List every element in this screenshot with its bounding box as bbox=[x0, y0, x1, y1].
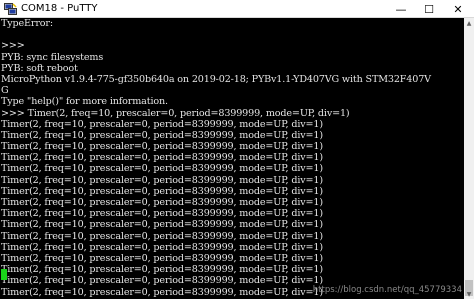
terminal-cursor bbox=[1, 269, 7, 280]
terminal-lines: TypeError: >>> PYB: sync filesystems PYB: s… bbox=[0, 18, 464, 299]
minimize-icon: — bbox=[395, 2, 407, 16]
watermark-text: https://blog.csdn.net/qq_45779334 bbox=[312, 285, 462, 295]
maximize-button[interactable]: ☐ bbox=[415, 0, 443, 18]
window-title: COM18 - PuTTY bbox=[21, 3, 98, 14]
terminal-line: PYB: sync filesystems bbox=[1, 51, 104, 63]
scroll-up-icon[interactable]: ▲ bbox=[464, 18, 474, 28]
terminal-line: Timer(2, freq=10, prescaler=0, period=83… bbox=[1, 129, 323, 141]
terminal-line: Timer(2, freq=10, prescaler=0, period=83… bbox=[1, 185, 323, 197]
terminal-line: Timer(2, freq=10, prescaler=0, period=83… bbox=[1, 219, 323, 231]
vertical-scrollbar[interactable]: ▲ ▼ bbox=[464, 18, 474, 299]
terminal-line: Type "help()" for more information. bbox=[1, 96, 168, 108]
close-button[interactable]: ✕ bbox=[444, 0, 472, 18]
terminal-line: Timer(2, freq=10, prescaler=0, period=83… bbox=[1, 174, 323, 186]
terminal-line: >>> Timer(2, freq=10, prescaler=0, perio… bbox=[1, 107, 350, 119]
terminal-line: Timer(2, freq=10, prescaler=0, period=83… bbox=[1, 118, 323, 130]
terminal-line: Timer(2, freq=10, prescaler=0, period=83… bbox=[1, 252, 323, 264]
scroll-down-icon[interactable]: ▼ bbox=[464, 289, 474, 299]
maximize-icon: ☐ bbox=[424, 2, 434, 16]
minimize-button[interactable]: — bbox=[387, 0, 415, 18]
terminal-line: Timer(2, freq=10, prescaler=0, period=83… bbox=[1, 141, 323, 153]
terminal-line: G bbox=[1, 85, 9, 97]
terminal-output[interactable]: TypeError: >>> PYB: sync filesystems PYB: s… bbox=[0, 18, 464, 299]
close-icon: ✕ bbox=[453, 2, 463, 16]
terminal-line: Timer(2, freq=10, prescaler=0, period=83… bbox=[1, 241, 323, 253]
title-bar[interactable]: COM18 - PuTTY — ☐ ✕ bbox=[0, 0, 474, 18]
terminal-line: MicroPython v1.9.4-775-gf350b640a on 201… bbox=[1, 73, 431, 85]
terminal-line: PYB: soft reboot bbox=[1, 62, 78, 74]
terminal-line: Timer(2, freq=10, prescaler=0, period=83… bbox=[1, 152, 323, 164]
putty-icon bbox=[4, 3, 17, 15]
terminal-line: Timer(2, freq=10, prescaler=0, period=83… bbox=[1, 197, 323, 208]
terminal-line: >>> bbox=[1, 40, 25, 52]
terminal-line: Timer(2, freq=10, prescaler=0, period=83… bbox=[1, 230, 323, 242]
terminal-line: Timer(2, freq=10, prescaler=0, period=83… bbox=[1, 163, 323, 175]
terminal-line: Timer(2, freq=10, prescaler=0, period=83… bbox=[1, 264, 323, 276]
terminal-line: Timer(2, freq=10, prescaler=0, period=83… bbox=[1, 208, 323, 220]
terminal-line: TypeError: bbox=[1, 18, 53, 29]
